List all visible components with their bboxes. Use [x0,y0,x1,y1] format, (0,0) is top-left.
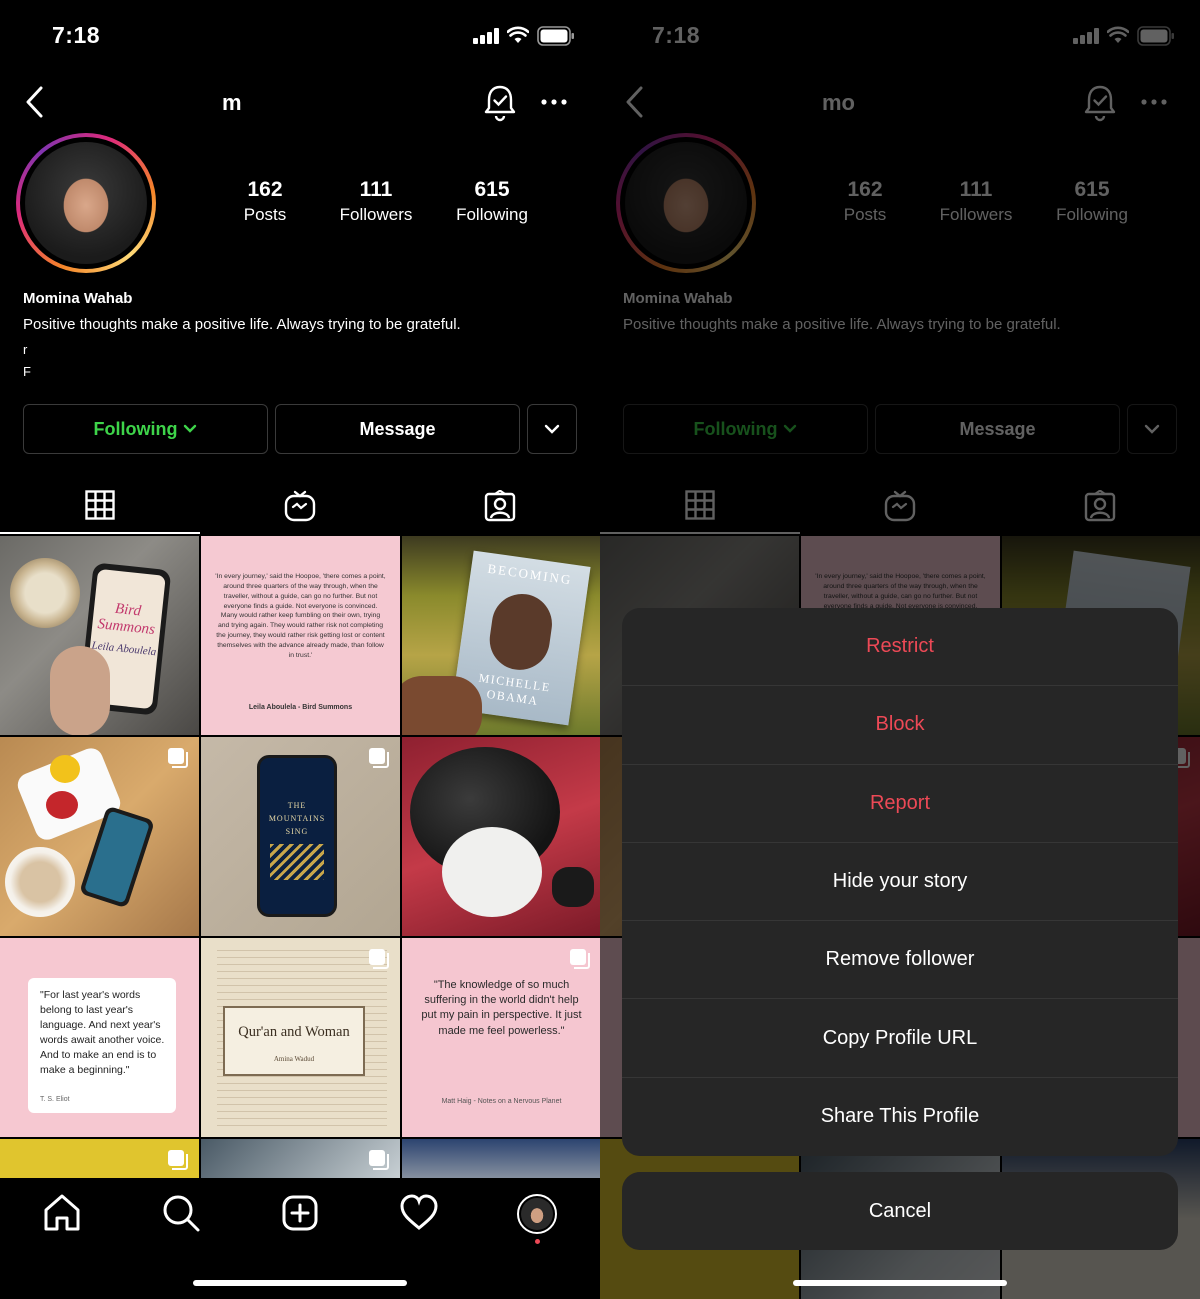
profile-tabs [0,478,600,534]
profile-screen-with-menu: 7:18 mo 162Posts [600,0,1200,1299]
post-quote-text: 'In every journey,' said the Hoopoe, 'th… [215,573,386,659]
post-thumbnail[interactable]: "The knowledge of so much suffering in t… [402,938,600,1137]
multiple-photos-icon [369,748,389,768]
profile-avatar-icon[interactable] [517,1194,557,1234]
grid-icon [85,490,115,520]
more-icon[interactable] [540,90,568,114]
profile-full-name: Momina Wahab [23,290,133,307]
battery-icon [537,26,574,46]
activity-heart-icon[interactable] [398,1192,440,1234]
create-post-icon[interactable] [279,1192,321,1234]
profile-avatar[interactable] [16,133,156,273]
multiple-photos-icon [369,949,389,969]
share-this-profile-option[interactable]: Share This Profile [622,1078,1178,1156]
profile-actions: Following Message [23,404,577,454]
status-bar: 7:18 [0,0,600,70]
chevron-down-icon [184,424,197,433]
multiple-photos-icon [168,748,188,768]
book-cover-title: Qur'an and Woman [238,1024,350,1040]
wifi-icon [507,26,529,43]
post-quote-text: "For last year's words belong to last ye… [40,989,165,1076]
book-cover-title: Bird Summons [96,600,156,638]
status-time: 7:18 [52,22,101,48]
tab-posts-grid[interactable] [0,478,200,534]
followers-count[interactable]: 111 Followers [321,178,431,225]
profile-stats: 162Posts 111Followers 615Following [210,178,570,238]
back-icon[interactable] [20,82,50,122]
profile-bio-line: r [23,342,28,357]
message-button[interactable]: Message [275,404,520,454]
suggested-accounts-button[interactable] [527,404,577,454]
profile-bio: Positive thoughts make a positive life. … [23,316,461,333]
post-thumbnail[interactable] [402,737,600,936]
cellular-signal-icon [473,28,499,44]
post-thumbnail[interactable]: "For last year's words belong to last ye… [0,938,199,1137]
following-button[interactable]: Following [23,404,268,454]
hide-your-story-option[interactable]: Hide your story [622,843,1178,922]
profile-options-menu: Restrict Block Report Hide your story Re… [622,608,1178,1156]
following-count[interactable]: 615 Following [437,178,547,225]
profile-screen: 7:18 m 162 Posts 111 Followers 615 Follo… [0,0,600,1299]
post-thumbnail[interactable]: BECOMING MICHELLE OBAMA [402,536,600,735]
copy-profile-url-option[interactable]: Copy Profile URL [622,999,1178,1078]
restrict-option[interactable]: Restrict [622,608,1178,687]
book-cover-title: THE MOUNTAINS SING [268,801,326,836]
home-indicator[interactable] [793,1280,1007,1286]
chevron-down-icon [544,424,560,434]
posts-grid: Bird Summons Leila Aboulela 'In every jo… [0,536,600,1299]
book-cover-title: BECOMING [486,560,574,588]
tab-igtv[interactable] [200,478,400,534]
profile-header: m [0,78,600,126]
tagged-icon [484,490,516,522]
remove-follower-option[interactable]: Remove follower [622,921,1178,1000]
post-thumbnail[interactable]: Bird Summons Leila Aboulela [0,536,199,735]
post-quote-source: Matt Haig - Notes on a Nervous Planet [441,1098,562,1105]
post-thumbnail[interactable] [0,737,199,936]
report-option[interactable]: Report [622,765,1178,843]
post-thumbnail[interactable]: Qur'an and Woman Amina Wadud [201,938,400,1137]
notification-bell-icon[interactable] [482,82,518,122]
post-quote-text: "The knowledge of so much suffering in t… [421,979,582,1037]
search-icon[interactable] [160,1192,202,1234]
profile-bio-line: F [23,364,31,379]
multiple-photos-icon [369,1150,389,1170]
block-option[interactable]: Block [622,686,1178,765]
posts-count[interactable]: 162 Posts [210,178,320,225]
book-cover-author: Amina Wadud [273,1055,315,1063]
igtv-icon [284,490,316,522]
home-icon[interactable] [41,1192,83,1234]
tab-tagged[interactable] [400,478,600,534]
post-quote-source: T. S. Eliot [40,1096,70,1103]
multiple-photos-icon [168,1150,188,1170]
multiple-photos-icon [570,949,590,969]
post-thumbnail[interactable]: 'In every journey,' said the Hoopoe, 'th… [201,536,400,735]
post-quote-source: Leila Aboulela - Bird Summons [248,704,353,711]
cancel-button[interactable]: Cancel [622,1172,1178,1250]
profile-username: m [222,90,242,115]
post-thumbnail[interactable]: THE MOUNTAINS SING [201,737,400,936]
activity-dot [535,1239,540,1244]
home-indicator[interactable] [193,1280,407,1286]
